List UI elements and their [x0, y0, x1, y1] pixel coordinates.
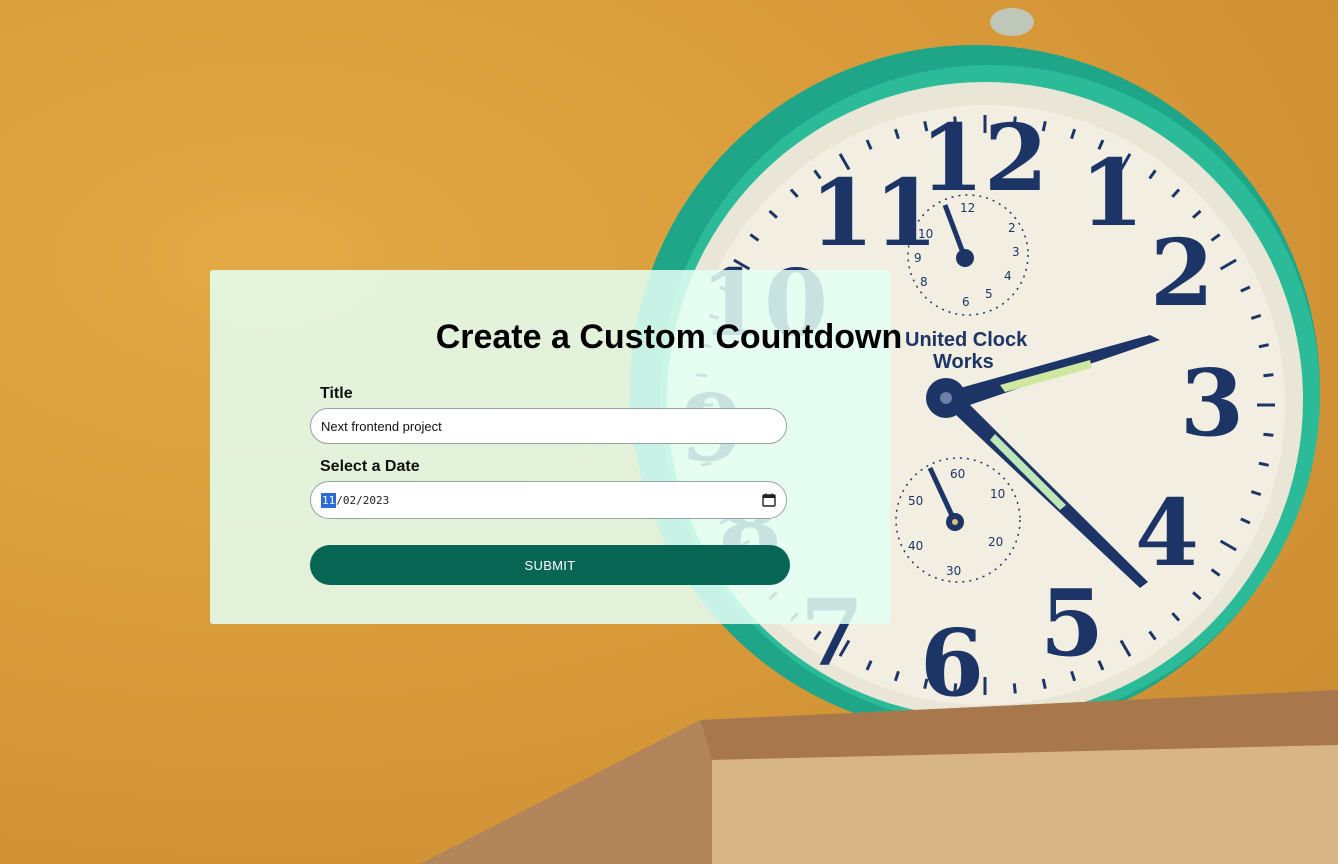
svg-text:9: 9: [914, 251, 922, 265]
svg-text:2: 2: [1150, 219, 1214, 327]
svg-text:3: 3: [1012, 245, 1020, 259]
svg-text:3: 3: [1180, 349, 1244, 457]
date-label: Select a Date: [320, 458, 420, 475]
svg-text:10: 10: [918, 227, 933, 241]
svg-text:12: 12: [960, 201, 975, 215]
title-input-value: Next frontend project: [321, 418, 442, 434]
svg-text:6: 6: [962, 295, 970, 309]
svg-text:10: 10: [990, 487, 1005, 501]
svg-text:60: 60: [950, 467, 965, 481]
submit-button[interactable]: SUBMIT: [310, 545, 790, 585]
svg-text:12: 12: [920, 104, 1048, 212]
date-day-year-segments[interactable]: /02/2023: [336, 494, 389, 507]
svg-text:50: 50: [908, 494, 923, 508]
svg-text:40: 40: [908, 539, 923, 553]
svg-text:4: 4: [1135, 479, 1199, 587]
date-input[interactable]: 11 /02/2023: [310, 481, 787, 519]
svg-text:20: 20: [988, 535, 1003, 549]
calendar-icon[interactable]: [762, 493, 776, 507]
title-label: Title: [320, 385, 353, 402]
title-input[interactable]: Next frontend project: [310, 408, 787, 444]
date-month-segment[interactable]: 11: [321, 492, 337, 508]
svg-text:6: 6: [920, 609, 984, 717]
svg-text:1: 1: [1080, 139, 1144, 247]
svg-text:8: 8: [920, 275, 928, 289]
svg-text:5: 5: [1040, 569, 1104, 677]
page-title: Create a Custom Countdown: [435, 318, 903, 356]
svg-text:2: 2: [1008, 221, 1016, 235]
svg-text:4: 4: [1004, 269, 1012, 283]
svg-text:30: 30: [946, 564, 961, 578]
svg-text:5: 5: [985, 287, 993, 301]
